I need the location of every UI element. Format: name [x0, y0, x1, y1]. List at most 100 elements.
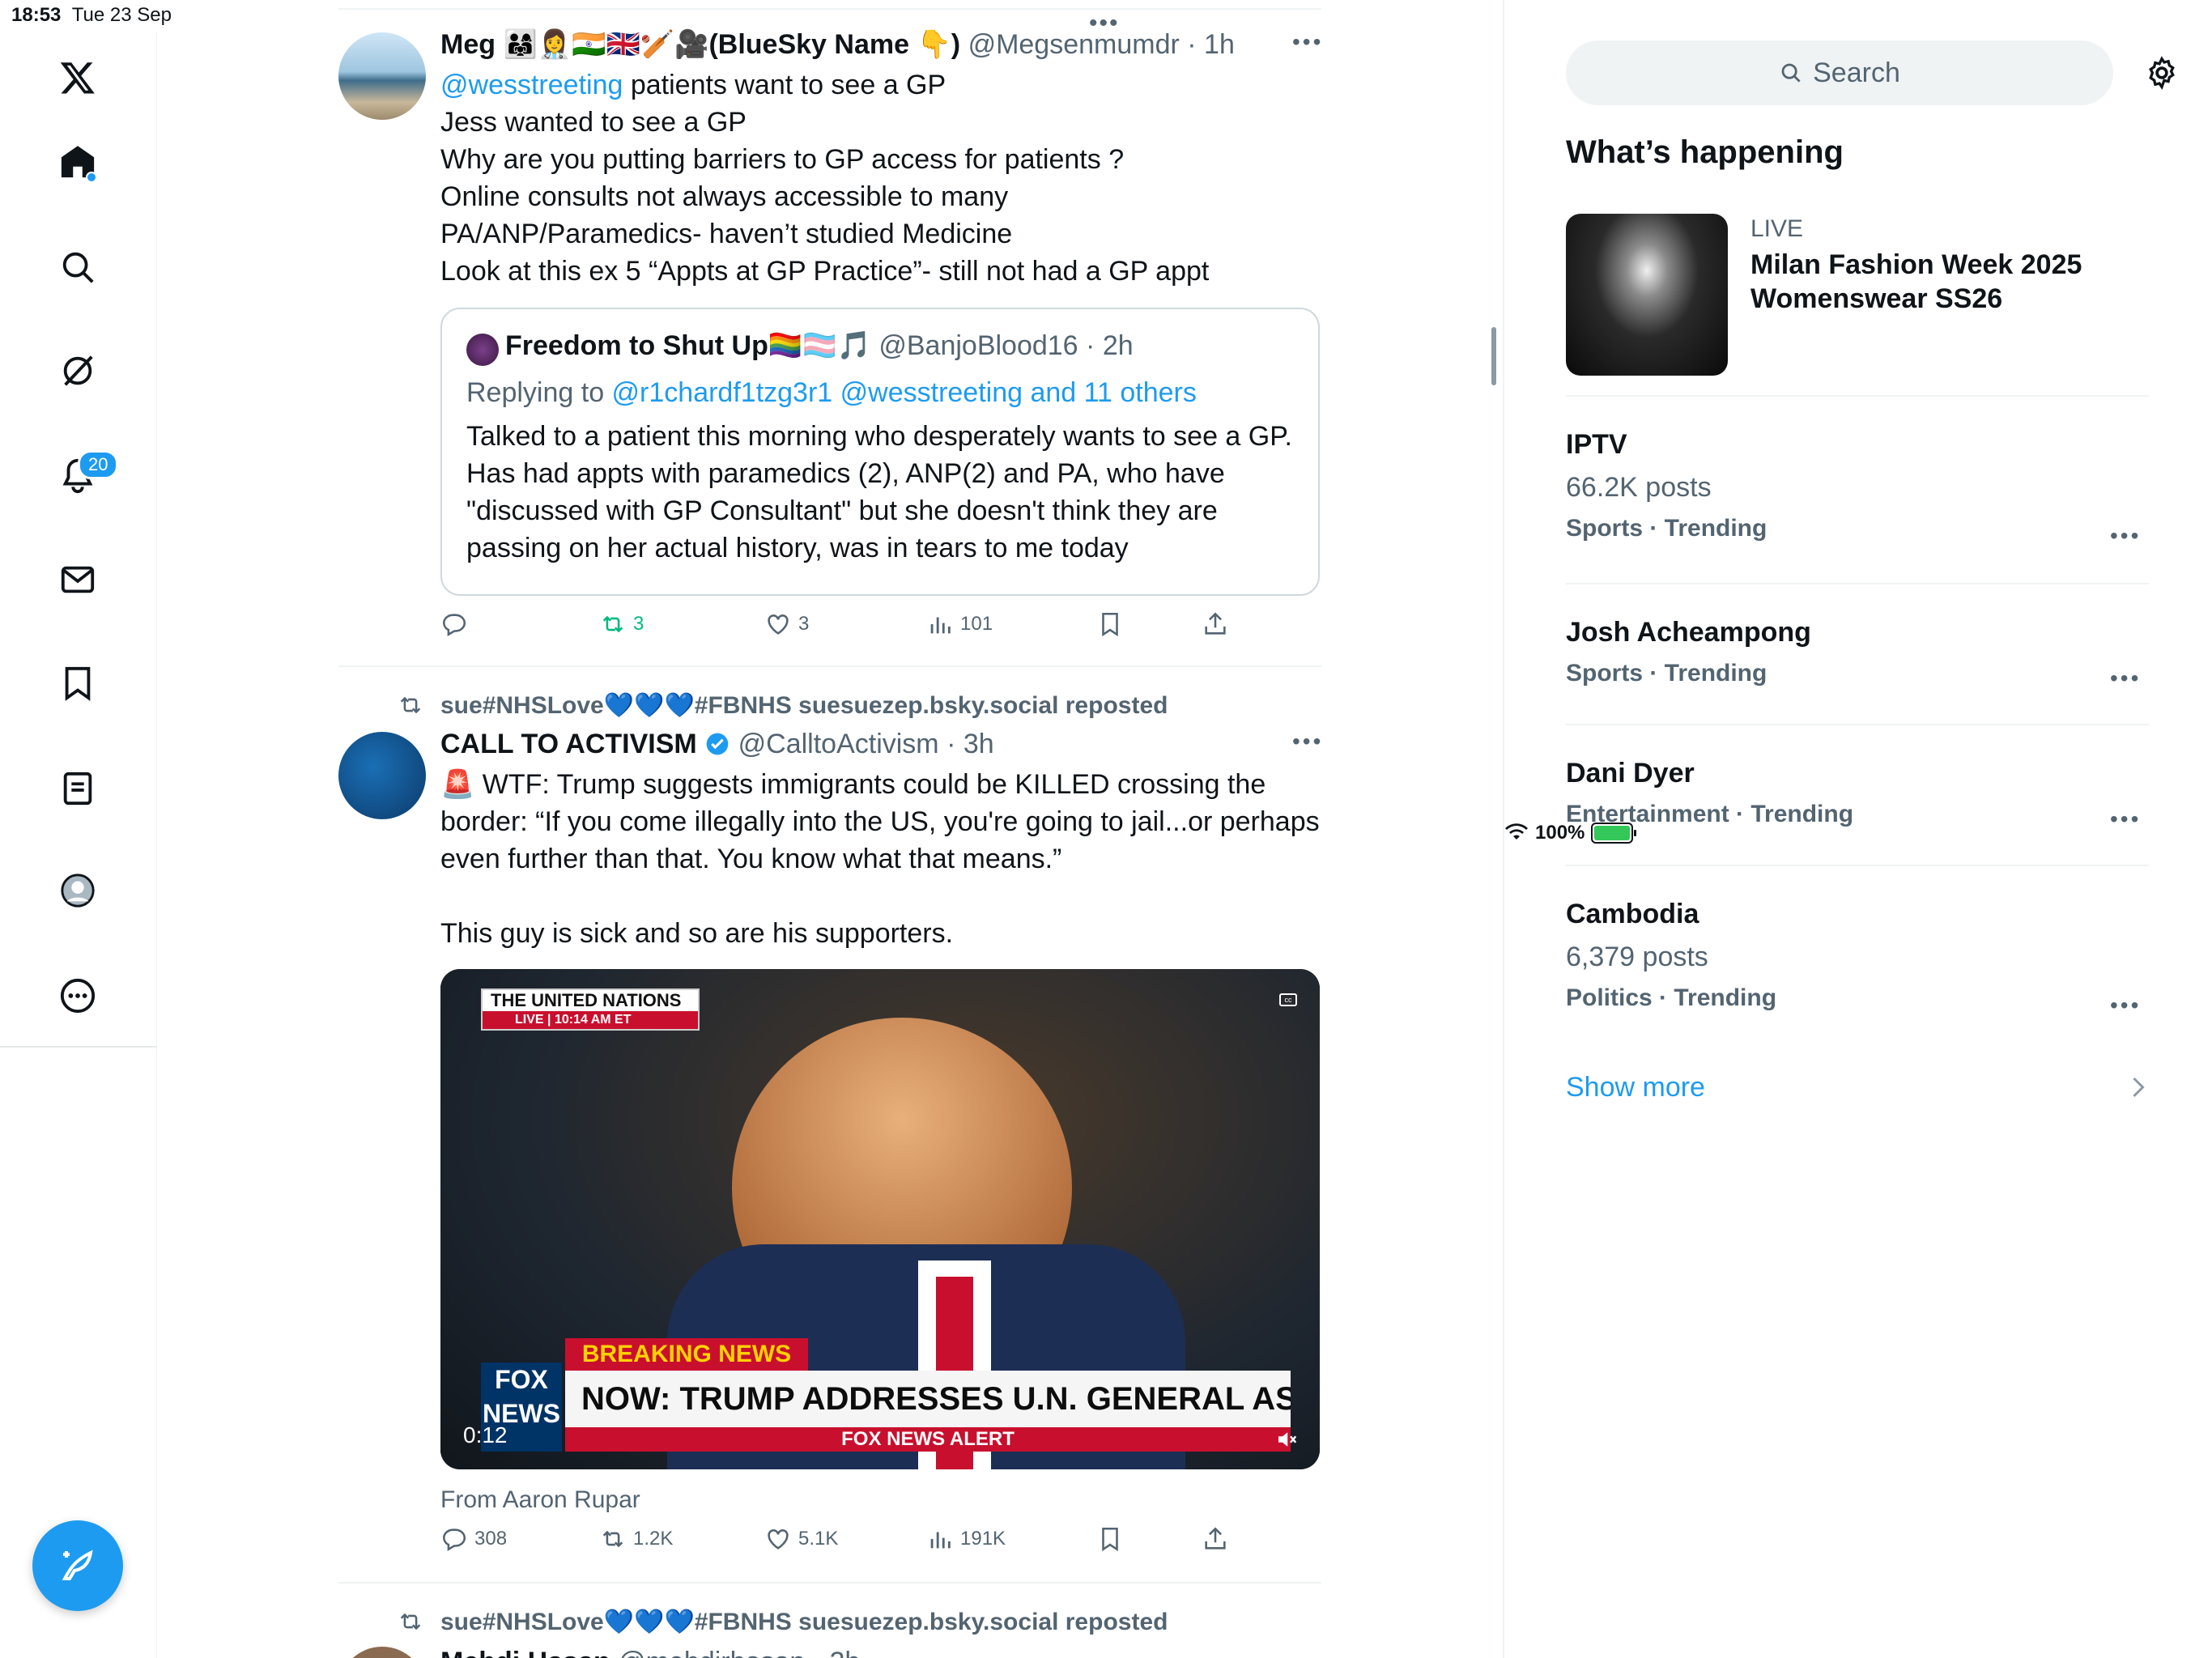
share-icon — [1205, 1527, 1226, 1550]
tweet2-avatar[interactable] — [338, 732, 426, 819]
tweet2-author-name[interactable]: CALL TO ACTIVISM — [440, 729, 697, 759]
tweet1-avatar[interactable] — [338, 32, 426, 120]
left-navigation: 20 — [0, 32, 157, 1658]
quoted-tweet[interactable]: Freedom to Shut Up🏳️‍🌈🏳️‍⚧️🎵 @BanjoBlood… — [440, 308, 1320, 596]
compose-post-button[interactable] — [32, 1520, 123, 1611]
search-nav-icon[interactable] — [53, 243, 102, 291]
search-bar[interactable]: Search — [1566, 40, 2113, 105]
tweet2-handle[interactable]: @CalltoActivism — [738, 729, 939, 759]
bookmarks-icon[interactable] — [53, 659, 102, 708]
compose-feather-icon — [62, 1550, 93, 1580]
trend-divider — [1566, 865, 2149, 866]
tweet1-more-icon[interactable]: ••• — [1292, 29, 1323, 55]
tweet2-bookmark-button[interactable] — [1096, 1525, 1124, 1553]
tweet1-views-button[interactable]: 101 — [926, 610, 993, 638]
featured-trend-image[interactable] — [1566, 214, 1728, 376]
tweet1-mention-link[interactable]: @wesstreeting — [440, 70, 623, 100]
tweet1-like-button[interactable]: 3 — [764, 610, 809, 638]
quote-author-name: Freedom to Shut Up🏳️‍🌈🏳️‍⚧️🎵 — [505, 330, 871, 361]
heart-icon — [768, 1529, 789, 1550]
tweet2-repost-button[interactable]: 1.2K — [599, 1525, 673, 1553]
tweet1-repost-button[interactable]: 3 — [599, 610, 644, 638]
tweet2-reposted-by[interactable]: sue#NHSLove💙💙💙#FBNHS suesuezep.bsky.soci… — [440, 691, 1168, 720]
x-logo-icon[interactable] — [53, 53, 102, 102]
settings-gear-icon[interactable] — [2144, 55, 2180, 91]
trend-more-icon[interactable]: ••• — [2110, 993, 2141, 1018]
featured-trend-title[interactable]: Milan Fashion Week 2025 Womenswear SS26 — [1750, 248, 2123, 316]
trend-divider — [1566, 724, 2149, 725]
captions-icon[interactable]: cc — [1279, 993, 1297, 1006]
tweet3-reposted-by[interactable]: sue#NHSLove💙💙💙#FBNHS suesuezep.bsky.soci… — [440, 1608, 1168, 1636]
tweet1-first-line: @wesstreeting patients want to see a GP — [440, 70, 946, 100]
quote-text: Talked to a patient this morning who des… — [466, 421, 1300, 563]
grok-icon[interactable] — [53, 346, 102, 395]
nav-divider — [0, 1046, 157, 1048]
bookmark-icon — [1102, 1527, 1118, 1552]
messages-icon[interactable] — [53, 555, 102, 604]
featured-live-tag: LIVE — [1750, 215, 1804, 242]
quote-time: 2h — [1102, 330, 1134, 361]
tweet1-actions: 3 3 101 — [440, 610, 1250, 646]
video-timestamp: 0:12 — [463, 1422, 508, 1448]
profile-icon[interactable] — [53, 866, 102, 915]
tweet2-body: 🚨 WTF: Trump suggests immigrants could b… — [440, 769, 1320, 949]
trend-more-icon[interactable]: ••• — [2110, 806, 2141, 832]
mute-icon[interactable] — [1274, 1427, 1299, 1452]
tweet1-body: Jess wanted to see a GP Why are you putt… — [440, 107, 1210, 287]
tweet1-handle[interactable]: @Megsenmumdr — [968, 29, 1180, 60]
more-options-icon[interactable] — [53, 971, 102, 1020]
feed-scrollbar[interactable] — [1491, 327, 1496, 385]
trend-divider — [1566, 583, 2149, 585]
tweet2-reply-button[interactable]: 308 — [440, 1525, 507, 1553]
repost-icon — [602, 1530, 623, 1548]
status-time: 18:53 Tue 23 Sep — [11, 4, 172, 26]
video-headline: NOW: TRUMP ADDRESSES U.N. GENERAL ASSEMB… — [565, 1371, 1291, 1427]
quote-header: Freedom to Shut Up🏳️‍🌈🏳️‍⚧️🎵 @BanjoBlood… — [505, 330, 1134, 361]
tweet1-time[interactable]: 1h — [1204, 29, 1235, 60]
lists-icon[interactable] — [53, 764, 102, 813]
trend-more-icon[interactable]: ••• — [2110, 665, 2141, 691]
tweet2-header: CALL TO ACTIVISM @CalltoActivism · 3h — [440, 729, 994, 759]
reposted-icon — [400, 1613, 421, 1630]
quote-replying-to: Replying to @r1chardf1tzg3r1 @wesstreeti… — [466, 377, 1197, 408]
video-un-banner: THE UNITED NATIONS LIVE | 10:14 AM ET — [481, 988, 700, 1031]
tweet2-like-button[interactable]: 5.1K — [764, 1525, 838, 1553]
chevron-right-icon — [2133, 1077, 2145, 1098]
search-placeholder: Search — [1813, 57, 1900, 88]
trend-item[interactable]: Dani Dyer Entertainment · Trending — [1566, 758, 2149, 828]
tweet2-video[interactable]: THE UNITED NATIONS LIVE | 10:14 AM ET cc… — [440, 969, 1320, 1469]
tweet2-share-button[interactable] — [1202, 1525, 1229, 1553]
verified-badge-icon — [706, 733, 729, 755]
reply-icon — [442, 614, 466, 637]
tweet1-reply-button[interactable] — [440, 610, 468, 638]
search-icon — [1781, 63, 1801, 83]
tweet2-video-source: From Aaron Rupar — [440, 1486, 640, 1513]
reply-icon — [442, 1528, 466, 1552]
tweet2-actions: 308 1.2K 5.1K 191K — [440, 1525, 1250, 1561]
reposted-icon — [400, 696, 421, 714]
tweet1-author-name[interactable]: Meg 👨‍👩‍👧👩‍⚕️🇮🇳🇬🇧🏏🎥(BlueSky Name 👇) — [440, 29, 960, 60]
repost-icon — [602, 615, 623, 633]
whats-happening-heading: What’s happening — [1566, 134, 1844, 170]
trend-more-icon[interactable]: ••• — [2110, 523, 2141, 549]
home-unread-dot — [86, 172, 97, 183]
tweet3-avatar[interactable] — [338, 1647, 426, 1658]
heart-icon — [768, 614, 789, 635]
trend-divider — [1566, 395, 2149, 397]
quote-handle: @BanjoBlood16 — [878, 330, 1078, 361]
tweet2-more-icon[interactable]: ••• — [1292, 729, 1323, 755]
show-more-link[interactable]: Show more — [1566, 1072, 1705, 1103]
trend-item[interactable]: Cambodia 6,379 posts Politics · Trending — [1566, 899, 2149, 1012]
trend-item[interactable]: IPTV 66.2K posts Sports · Trending — [1566, 429, 2149, 542]
feed-top-divider — [338, 8, 1321, 10]
tweet-divider — [338, 665, 1321, 667]
tweet1-share-button[interactable] — [1202, 610, 1229, 638]
tweet1-bookmark-button[interactable] — [1096, 610, 1124, 638]
tweet2-time[interactable]: 3h — [963, 729, 994, 759]
trend-item[interactable]: Josh Acheampong Sports · Trending — [1566, 617, 2149, 687]
quote-avatar — [466, 334, 499, 366]
breaking-news-label: BREAKING NEWS — [565, 1338, 808, 1371]
tweet2-views-button[interactable]: 191K — [926, 1525, 1006, 1553]
tweet-divider — [338, 1582, 1321, 1584]
notifications-badge: 20 — [78, 450, 119, 479]
